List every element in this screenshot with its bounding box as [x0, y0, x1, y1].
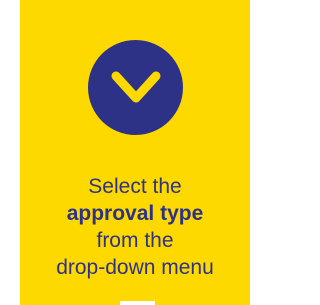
instruction-line-2-emphasis: approval type [66, 202, 204, 225]
chevron-down-icon [88, 40, 183, 135]
instruction-line-1: Select the [88, 175, 182, 198]
instruction-line-4: drop-down menu [56, 256, 214, 279]
bottom-notch [120, 301, 155, 305]
instruction-text: Select the approval type from the drop-d… [20, 173, 250, 281]
instruction-card: Select the approval type from the drop-d… [20, 0, 250, 305]
instruction-line-3: from the [96, 229, 174, 252]
chevron-down-glyph [111, 71, 160, 102]
